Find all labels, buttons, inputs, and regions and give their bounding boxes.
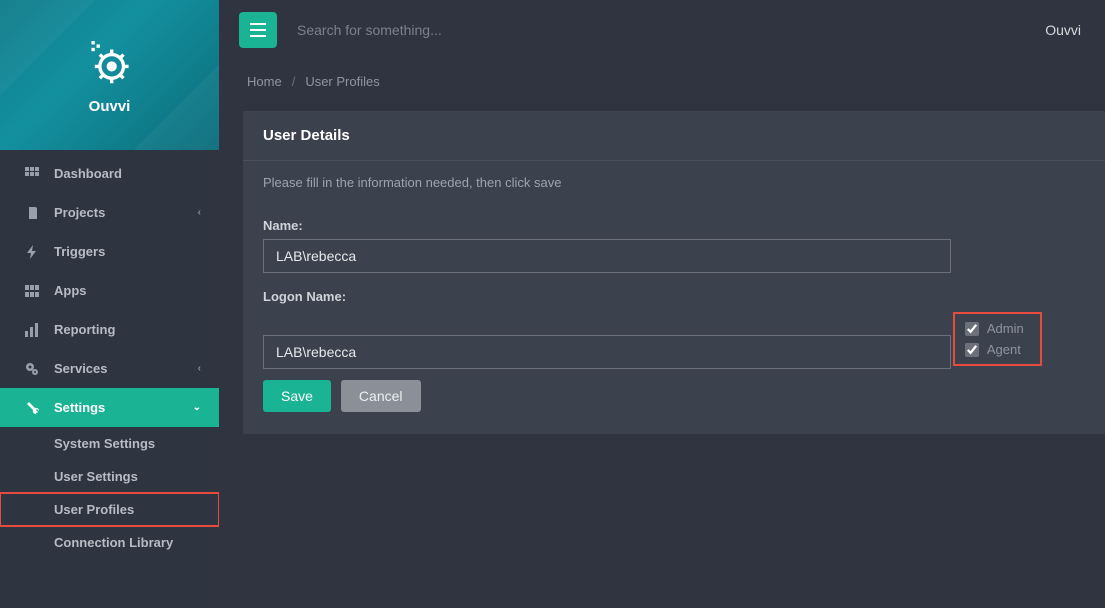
subitem-connection-library[interactable]: Connection Library [0,526,219,559]
search-input[interactable] [297,22,1045,38]
breadcrumb-separator: / [292,74,296,89]
hamburger-icon [250,23,266,37]
breadcrumb: Home / User Profiles [219,60,1105,111]
sidebar-item-label: Dashboard [54,166,122,181]
panel-body: Name: Logon Name: Admin Agent Save [243,206,1105,434]
grid-icon [22,167,42,181]
subitem-label: Connection Library [54,535,173,550]
sidebar-item-services[interactable]: Services ‹ [0,349,219,388]
book-icon [22,206,42,220]
settings-submenu: System Settings User Settings User Profi… [0,427,219,559]
admin-checkbox-label: Admin [987,321,1024,336]
admin-checkbox-row[interactable]: Admin [957,318,1032,339]
brand-name: Ouvvi [89,98,131,115]
main: Ouvvi Home / User Profiles User Details … [219,0,1105,608]
user-details-panel: User Details Please fill in the informat… [243,111,1105,434]
chevron-left-icon: ‹ [198,363,201,374]
sidebar-item-label: Services [54,361,108,376]
logo-block: Ouvvi [0,0,219,150]
breadcrumb-home[interactable]: Home [247,74,282,89]
subitem-user-settings[interactable]: User Settings [0,460,219,493]
logon-name-input[interactable] [263,335,951,369]
subitem-label: User Settings [54,469,138,484]
sidebar-item-apps[interactable]: Apps [0,271,219,310]
sidebar-item-label: Settings [54,400,105,415]
sidebar-item-projects[interactable]: Projects ‹ [0,193,219,232]
wrench-icon [22,401,42,415]
subitem-label: System Settings [54,436,155,451]
sidebar-item-dashboard[interactable]: Dashboard [0,154,219,193]
agent-checkbox[interactable] [965,343,979,357]
cancel-button[interactable]: Cancel [341,380,421,412]
name-label: Name: [263,218,1085,233]
agent-checkbox-row[interactable]: Agent [957,339,1032,360]
button-row: Save Cancel [263,380,1085,412]
sidebar-item-label: Apps [54,283,87,298]
sidebar-item-settings[interactable]: Settings ⌄ [0,388,219,427]
th-icon [22,285,42,297]
subitem-label: User Profiles [54,502,134,517]
agent-checkbox-label: Agent [987,342,1021,357]
sidebar-item-label: Reporting [54,322,115,337]
topbar-brand-label: Ouvvi [1045,22,1081,38]
subitem-user-profiles[interactable]: User Profiles [0,493,219,526]
save-button[interactable]: Save [263,380,331,412]
brand-gear-icon [83,36,137,90]
logon-name-label: Logon Name: [263,289,1085,304]
menu-toggle-button[interactable] [239,12,277,48]
cogs-icon [22,362,42,376]
breadcrumb-current: User Profiles [305,74,379,89]
bolt-icon [22,245,42,259]
chevron-left-icon: ‹ [198,207,201,218]
sidebar-item-triggers[interactable]: Triggers [0,232,219,271]
admin-checkbox[interactable] [965,322,979,336]
topbar: Ouvvi [219,0,1105,60]
sidebar-item-label: Projects [54,205,105,220]
panel-note: Please fill in the information needed, t… [243,161,1105,206]
subitem-system-settings[interactable]: System Settings [0,427,219,460]
chevron-down-icon: ⌄ [193,402,201,413]
roles-checkbox-group: Admin Agent [955,314,1040,364]
name-input[interactable] [263,239,951,273]
sidebar: Ouvvi Dashboard Projects ‹ Triggers Apps [0,0,219,608]
panel-title: User Details [243,111,1105,161]
bar-chart-icon [22,323,42,337]
sidebar-nav: Dashboard Projects ‹ Triggers Apps Repor… [0,150,219,559]
sidebar-item-reporting[interactable]: Reporting [0,310,219,349]
sidebar-item-label: Triggers [54,244,105,259]
